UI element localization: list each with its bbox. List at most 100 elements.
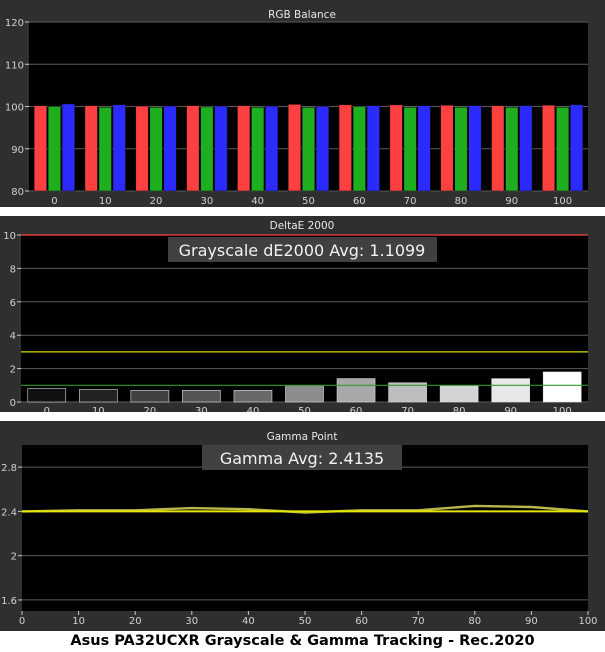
bar	[149, 107, 163, 192]
bar	[214, 105, 228, 192]
y-tick-label: 0	[10, 398, 16, 409]
rgb-balance-chart: RGB Balance 80 90 100 110 120 0 10 20 30 40 50 60 70 8…	[5, 9, 588, 207]
y-tick-label: 2	[11, 552, 17, 563]
bar	[468, 105, 482, 192]
x-tick-label: 100	[553, 406, 572, 412]
bar	[505, 107, 519, 192]
x-tick-label: 60	[350, 406, 363, 412]
x-tick-label: 40	[251, 196, 264, 207]
bar	[200, 106, 214, 192]
x-tick-label: 10	[99, 196, 112, 207]
x-tick-label: 0	[51, 196, 57, 207]
y-tick-label: 110	[5, 60, 24, 71]
x-tick-label: 70	[401, 406, 414, 412]
bar	[519, 105, 533, 192]
x-tick-label: 20	[129, 616, 142, 627]
x-tick-label: 30	[185, 616, 198, 627]
bar	[233, 390, 273, 403]
y-tick-label: 8	[10, 264, 16, 275]
bar	[352, 106, 366, 192]
bar	[130, 390, 170, 403]
deltae-panel: DeltaE 2000 0 2 4 6 8 10 0 10 20 30 40 50 60 70 80 90 100…	[0, 216, 605, 412]
x-tick-label: 10	[72, 616, 85, 627]
bar	[366, 105, 380, 192]
chart-title: DeltaE 2000	[270, 220, 335, 232]
x-tick-label: 70	[412, 616, 425, 627]
x-tick-label: 20	[143, 406, 156, 412]
bar	[417, 105, 431, 192]
bar	[454, 107, 468, 192]
x-tick-label: 100	[578, 616, 597, 627]
x-tick-label: 80	[453, 406, 466, 412]
y-tick-label: 6	[10, 298, 16, 309]
rgb-balance-panel: RGB Balance 80 90 100 110 120 0 10 20 30 40 50 60 70 8…	[0, 0, 605, 207]
x-tick-label: 70	[404, 196, 417, 207]
x-tick-label: 30	[195, 406, 208, 412]
bar	[556, 107, 570, 192]
bar	[251, 107, 265, 192]
bar	[403, 107, 417, 192]
x-tick-label: 50	[298, 406, 311, 412]
x-tick-label: 40	[242, 616, 255, 627]
x-tick-label: 50	[302, 196, 315, 207]
bar	[135, 105, 149, 192]
chart-title: Gamma Point	[267, 431, 338, 443]
bar	[389, 104, 403, 192]
bar	[288, 104, 301, 192]
chart-title: RGB Balance	[268, 9, 336, 21]
x-tick-label: 0	[44, 406, 50, 412]
x-tick-label: 60	[355, 616, 368, 627]
bar	[542, 104, 556, 192]
bar	[112, 104, 126, 192]
y-tick-label: 10	[3, 231, 16, 242]
x-tick-label: 50	[299, 616, 312, 627]
bar	[491, 105, 505, 192]
x-tick-label: 20	[150, 196, 163, 207]
gamma-chart: Gamma Point 1.6 2 2.4 2.8 0 10 20 30 40 50 60 70 80 90…	[1, 431, 597, 627]
bar	[98, 107, 112, 192]
figure-caption: Asus PA32UCXR Grayscale & Gamma Tracking…	[70, 633, 535, 649]
bar	[61, 103, 75, 192]
x-tick-label: 60	[353, 196, 366, 207]
bar	[302, 107, 315, 192]
deltae-chart: DeltaE 200002468100 10 20 30 40 50 60 70 80 90 100…	[3, 220, 588, 412]
y-tick-label: 2	[10, 365, 16, 376]
annotation-label: Gamma Avg: 2.4135	[220, 449, 384, 468]
x-tick-label: 90	[504, 406, 517, 412]
x-tick-label: 90	[505, 196, 518, 207]
x-tick-label: 100	[553, 196, 572, 207]
y-tick-label: 90	[11, 145, 24, 156]
x-tick-label: 40	[247, 406, 260, 412]
x-tick-label: 30	[200, 196, 213, 207]
y-tick-label: 4	[10, 331, 16, 342]
bar	[285, 385, 324, 403]
bar	[84, 105, 98, 192]
x-tick-label: 80	[455, 196, 468, 207]
bar	[163, 105, 177, 192]
x-tick-label: 90	[525, 616, 538, 627]
x-tick-label: 0	[19, 616, 25, 627]
x-tick-label: 10	[92, 406, 105, 412]
bar	[237, 105, 251, 192]
bar	[182, 390, 221, 403]
annotation-label: Grayscale dE2000 Avg: 1.1099	[179, 241, 426, 260]
y-tick-label: 2.4	[1, 507, 17, 518]
bar	[265, 105, 279, 192]
bar	[33, 105, 47, 192]
y-tick-label: 100	[5, 103, 24, 114]
y-tick-label: 120	[5, 18, 24, 29]
bar	[27, 388, 67, 403]
bar	[79, 389, 118, 403]
bar	[336, 378, 376, 403]
x-tick-label: 80	[468, 616, 481, 627]
y-tick-label: 2.8	[1, 463, 17, 474]
y-tick-label: 80	[11, 187, 24, 198]
bar	[338, 104, 352, 192]
gamma-panel: Gamma Point 1.6 2 2.4 2.8 0 10 20 30 40 50 60 70 80 90…	[0, 421, 605, 631]
bar	[542, 371, 582, 403]
bar	[570, 104, 584, 192]
bar	[440, 104, 454, 192]
bar	[186, 105, 200, 192]
bar	[47, 106, 61, 192]
bar	[439, 385, 479, 403]
